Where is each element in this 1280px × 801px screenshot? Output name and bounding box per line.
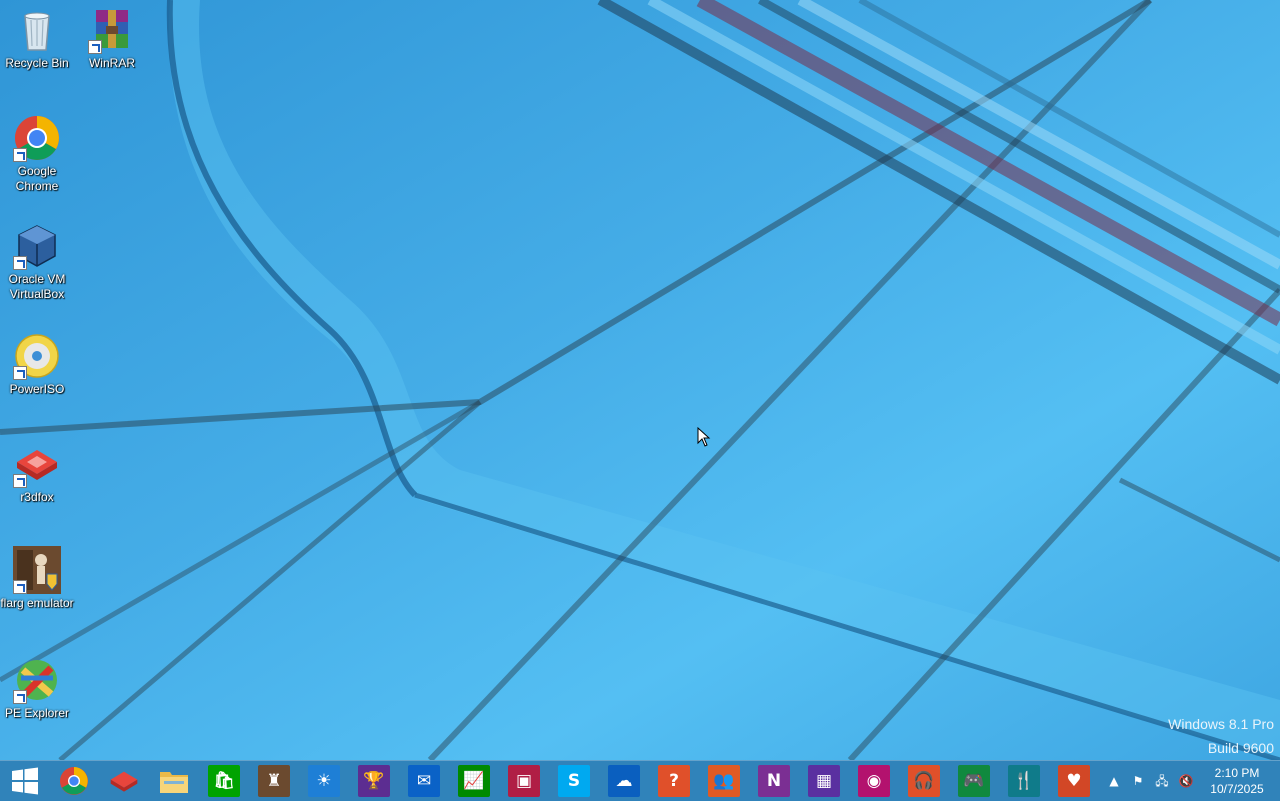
taskbar-app-mail[interactable]: ✉ — [408, 765, 440, 797]
cloud-icon: ☁ — [615, 771, 633, 791]
r3dfox-icon — [110, 771, 138, 792]
desktop-icon-poweriso[interactable]: PowerISO — [0, 332, 74, 397]
clock-time: 2:10 PM — [1214, 766, 1260, 780]
shortcut-arrow-icon — [13, 474, 27, 488]
recycle-bin-icon — [13, 6, 61, 54]
r3dfox-icon — [13, 440, 61, 488]
taskbar-app-store[interactable]: 🛍 — [208, 765, 240, 797]
show-hidden-icons-icon[interactable]: ▲ — [1106, 773, 1122, 789]
notification-area: ▲ ⚑ 🖧 🔇 — [1104, 761, 1200, 801]
taskbar-app-skype[interactable]: S — [558, 765, 590, 797]
taskbar-app-help-tips[interactable]: ? — [658, 765, 690, 797]
sun-icon: ☀ — [316, 771, 332, 791]
taskbar: 🛍 ♜ ☀ 🏆 ✉ 📈 ▣ S ☁ ? 👥 N ▦ ◉ 🎧 🎮 🍴 ♥ ▲ ⚑ … — [0, 760, 1280, 801]
taskbar-app-flarg-emulator[interactable]: ♜ — [258, 765, 290, 797]
taskbar-clock[interactable]: 2:10 PM 10/7/2025 — [1204, 765, 1270, 797]
skype-icon: S — [567, 771, 581, 791]
taskbar-app-weather[interactable]: ☀ — [308, 765, 340, 797]
people-icon: 👥 — [713, 771, 735, 791]
taskbar-app-news[interactable]: ▣ — [508, 765, 540, 797]
taskbar-app-sports[interactable]: 🏆 — [358, 765, 390, 797]
poweriso-icon — [13, 332, 61, 380]
desktop-icon-label: Recycle Bin — [5, 56, 69, 70]
headphones-icon: 🎧 — [913, 771, 935, 791]
chrome-icon — [60, 767, 88, 795]
clock-date: 10/7/2025 — [1210, 782, 1264, 796]
help-icon: ? — [669, 771, 679, 791]
taskbar-app-onenote[interactable]: N — [758, 765, 790, 797]
chart-icon: 📈 — [463, 771, 485, 791]
onenote-icon: N — [766, 771, 782, 791]
taskbar-app-health-fitness[interactable]: ♥ — [1058, 765, 1090, 797]
desktop-icon-r3dfox[interactable]: r3dfox — [0, 440, 74, 505]
network-icon[interactable]: 🖧 — [1154, 773, 1170, 789]
desktop-icon-google-chrome[interactable]: Google Chrome — [0, 114, 74, 194]
action-center-flag-icon[interactable]: ⚑ — [1130, 773, 1146, 789]
camera-icon: ◉ — [866, 771, 882, 791]
fork-knife-icon: 🍴 — [1013, 771, 1035, 791]
taskbar-app-calendar[interactable]: ▦ — [808, 765, 840, 797]
shortcut-arrow-icon — [13, 256, 27, 270]
taskbar-app-people[interactable]: 👥 — [708, 765, 740, 797]
desktop-icon-label: Google Chrome — [15, 164, 59, 193]
windows-build-watermark: Build 9600 — [1207, 740, 1274, 756]
flarg-emulator-icon — [13, 546, 61, 594]
desktop-icon-label: r3dfox — [20, 490, 54, 504]
mouse-cursor-icon — [697, 427, 711, 447]
shortcut-arrow-icon — [13, 148, 27, 162]
taskbar-app-finance[interactable]: 📈 — [458, 765, 490, 797]
desktop-icon-label: flarg emulator — [0, 596, 74, 610]
folder-icon — [160, 772, 188, 793]
volume-muted-icon[interactable]: 🔇 — [1178, 773, 1194, 789]
heart-icon: ♥ — [1066, 771, 1082, 791]
pe-explorer-icon — [13, 656, 61, 704]
virtualbox-icon — [13, 222, 61, 270]
chrome-icon — [13, 114, 61, 162]
mail-icon: ✉ — [416, 771, 432, 791]
shortcut-arrow-icon — [13, 366, 27, 380]
shortcut-arrow-icon — [88, 40, 102, 54]
taskbar-app-chrome[interactable] — [58, 765, 90, 797]
wallpaper — [0, 0, 1280, 760]
trophy-icon: 🏆 — [363, 771, 385, 791]
windows-start-icon — [12, 767, 38, 795]
news-icon: ▣ — [515, 771, 533, 791]
desktop-icon-winrar[interactable]: WinRAR — [75, 6, 149, 71]
desktop-icon-flarg-emulator[interactable]: flarg emulator — [0, 546, 74, 611]
taskbar-app-camera[interactable]: ◉ — [858, 765, 890, 797]
taskbar-app-onedrive[interactable]: ☁ — [608, 765, 640, 797]
taskbar-app-file-explorer[interactable] — [158, 765, 190, 797]
windows-edition-watermark: Windows 8.1 Pro — [1168, 716, 1274, 732]
shortcut-arrow-icon — [13, 580, 27, 594]
winrar-icon — [88, 6, 136, 54]
start-button[interactable] — [0, 761, 50, 801]
taskbar-app-food-drink[interactable]: 🍴 — [1008, 765, 1040, 797]
store-icon: 🛍 — [213, 771, 235, 791]
taskbar-app-r3dfox[interactable] — [108, 765, 140, 797]
shortcut-arrow-icon — [13, 690, 27, 704]
desktop[interactable]: Recycle Bin WinRAR Google Chrome Oracle … — [0, 0, 1280, 760]
desktop-icon-label: Oracle VM VirtualBox — [8, 272, 66, 301]
desktop-icon-pe-explorer[interactable]: PE Explorer — [0, 656, 74, 721]
desktop-icon-label: PowerISO — [9, 382, 65, 396]
flarg-emulator-icon: ♜ — [266, 771, 282, 791]
desktop-icon-recycle-bin[interactable]: Recycle Bin — [0, 6, 74, 71]
gamepad-icon: 🎮 — [963, 771, 985, 791]
desktop-icon-label: PE Explorer — [4, 706, 70, 720]
taskbar-app-music[interactable]: 🎧 — [908, 765, 940, 797]
taskbar-app-games[interactable]: 🎮 — [958, 765, 990, 797]
calendar-icon: ▦ — [815, 771, 833, 791]
desktop-icon-oracle-vm-virtualbox[interactable]: Oracle VM VirtualBox — [0, 222, 74, 302]
desktop-icon-label: WinRAR — [88, 56, 135, 70]
